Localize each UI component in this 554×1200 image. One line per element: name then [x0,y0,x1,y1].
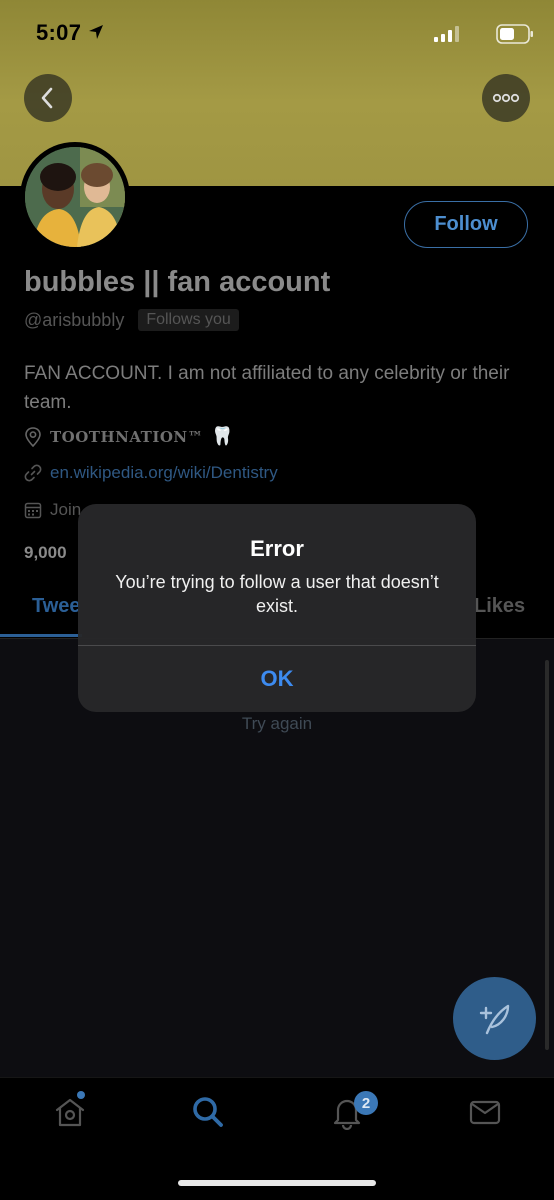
tab-likes[interactable]: Likes [474,595,525,618]
profile-location: TOOTHNATION™ 🦷 [24,426,234,447]
status-time: 5:07 [36,20,82,45]
notification-count-badge: 2 [354,1091,378,1115]
calendar-icon [24,502,42,519]
alert-title: Error [250,536,304,561]
battery-icon [496,24,533,44]
home-new-dot [77,1091,85,1099]
chevron-left-icon [41,87,53,109]
website-link[interactable]: en.wikipedia.org/wiki/Dentistry [50,463,278,483]
location-pin-icon [25,426,41,447]
profile-website: en.wikipedia.org/wiki/Dentistry [24,463,278,483]
profile-name: bubbles || fan account [24,266,331,298]
alert-message: You’re trying to follow a user that does… [115,572,439,616]
tab-tweets[interactable]: Twee [32,595,81,618]
tab-active-indicator [0,634,82,637]
more-options-button[interactable] [482,74,530,122]
error-alert-dialog: Error You’re trying to follow a user tha… [78,504,476,712]
avatar-image [25,147,125,247]
location-arrow-icon [89,25,103,39]
try-again-link[interactable]: Try again [0,714,554,734]
search-icon[interactable] [190,1094,226,1130]
profile-joined: Join [24,500,81,520]
avatar[interactable] [20,142,130,252]
profile-handle: @arisbubbly [24,309,125,330]
more-dots-icon [492,93,520,103]
handle-row: @arisbubbly Follows you [24,309,239,331]
back-button[interactable] [24,74,72,122]
follow-button[interactable]: Follow [404,201,528,248]
home-indicator[interactable] [178,1180,376,1186]
scrollbar[interactable] [545,660,549,1050]
alert-ok-button[interactable]: OK [78,646,476,712]
link-icon [24,464,42,482]
follow-counts[interactable]: 9,000 [24,543,67,563]
compose-feather-icon [479,1004,509,1034]
cellular-signal-icon [434,26,459,42]
location-text: TOOTHNATION™ [50,427,204,446]
joined-text: Join [50,500,82,519]
status-bar: 5:07 [0,0,554,66]
home-icon[interactable] [52,1094,88,1130]
tooth-emoji: 🦷 [211,426,234,446]
profile-bio: FAN ACCOUNT. I am not affiliated to any … [24,363,510,413]
follows-you-badge: Follows you [138,309,239,331]
profile-screen: 5:07 Follow bubbles || fan account @aris… [0,0,554,1200]
compose-tweet-button[interactable] [453,977,536,1060]
messages-mail-icon[interactable] [467,1094,503,1130]
